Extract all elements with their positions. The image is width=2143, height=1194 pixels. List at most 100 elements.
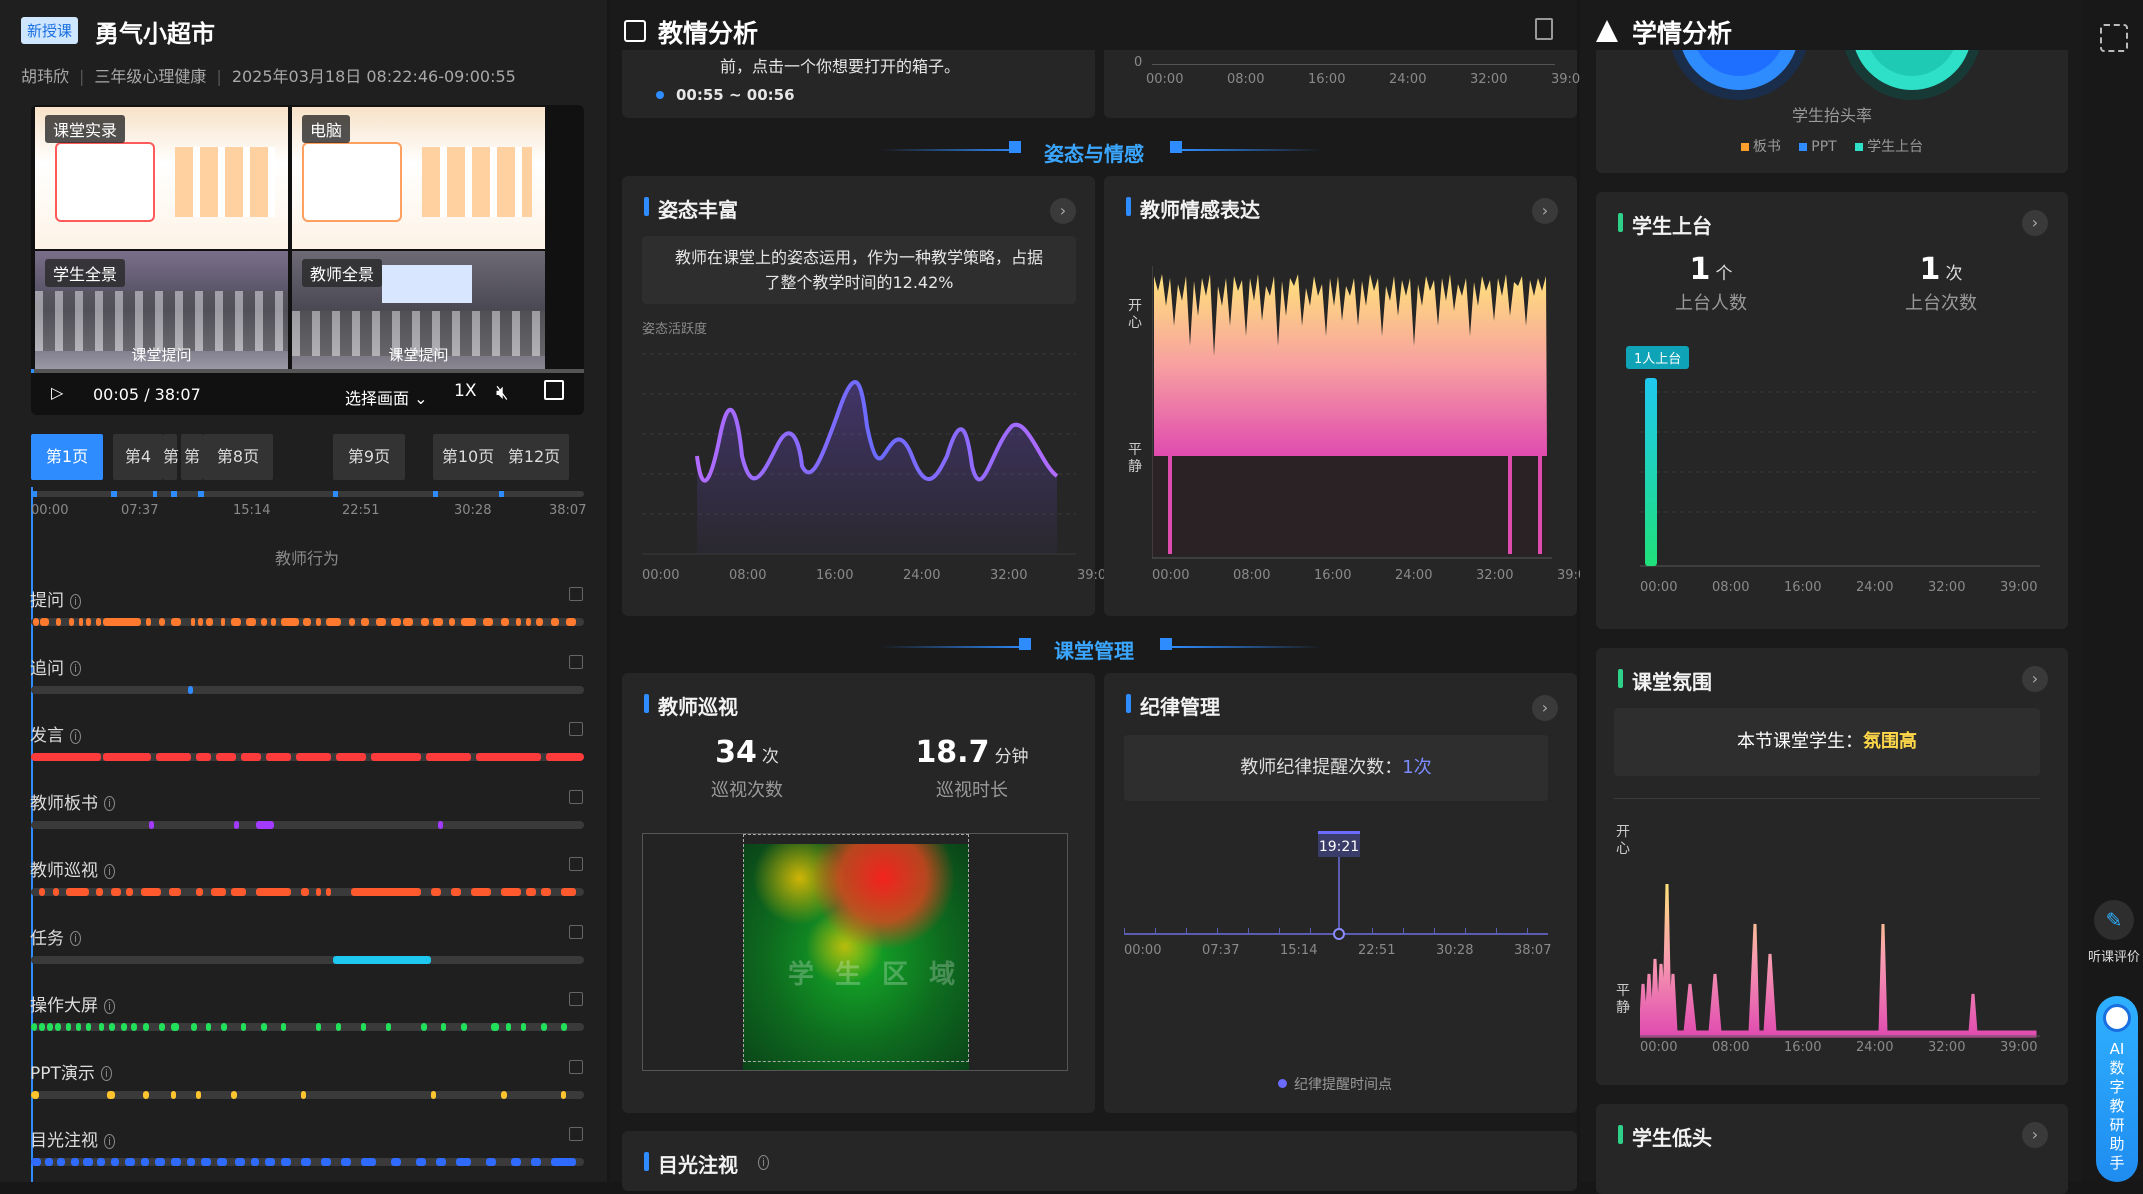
posture-detail-arrow[interactable]: › xyxy=(1050,198,1076,224)
behavior-segment[interactable] xyxy=(39,1023,45,1031)
behavior-segment[interactable] xyxy=(76,1023,81,1031)
behavior-segment[interactable] xyxy=(521,1023,526,1031)
behavior-segment[interactable] xyxy=(251,1158,259,1166)
behavior-segment[interactable] xyxy=(541,888,551,896)
behavior-segment[interactable] xyxy=(159,618,165,626)
behavior-segment[interactable] xyxy=(456,1158,471,1166)
behavior-segment[interactable] xyxy=(146,618,151,626)
behavior-segment[interactable] xyxy=(303,618,311,626)
behavior-segment[interactable] xyxy=(261,618,267,626)
layout-toggle-icon[interactable] xyxy=(1535,18,1553,40)
fullscreen-icon[interactable] xyxy=(544,380,564,400)
behavior-segment[interactable] xyxy=(71,1158,79,1166)
tab-page-4[interactable]: 第4 xyxy=(113,434,163,480)
behavior-segment[interactable] xyxy=(271,618,276,626)
behavior-track[interactable] xyxy=(31,1023,584,1031)
behavior-segment[interactable] xyxy=(326,888,331,896)
behavior-checkbox[interactable] xyxy=(569,587,583,601)
behavior-segment[interactable] xyxy=(256,820,274,829)
behavior-segment[interactable] xyxy=(281,1023,286,1031)
behavior-segment[interactable] xyxy=(79,618,83,626)
tab-page-9[interactable]: 第9页 xyxy=(333,434,405,480)
behavior-segment[interactable] xyxy=(149,820,154,829)
behavior-segment[interactable] xyxy=(217,1158,227,1166)
stage-detail-arrow[interactable]: › xyxy=(2022,210,2048,236)
behavior-segment[interactable] xyxy=(526,888,536,896)
behavior-segment[interactable] xyxy=(143,1090,149,1099)
behavior-segment[interactable] xyxy=(561,1023,567,1031)
behavior-segment[interactable] xyxy=(461,618,476,626)
video-view-computer[interactable]: 电脑 xyxy=(292,107,545,249)
behavior-segment[interactable] xyxy=(221,618,225,626)
atmosphere-detail-arrow[interactable]: › xyxy=(2022,666,2048,692)
behavior-segment[interactable] xyxy=(206,1023,211,1031)
view-select[interactable]: 选择画面 ⌄ xyxy=(345,385,428,409)
behavior-segment[interactable] xyxy=(141,888,161,896)
speed-button[interactable]: 1X xyxy=(454,381,476,401)
behavior-segment[interactable] xyxy=(301,1090,306,1099)
behavior-segment[interactable] xyxy=(506,1023,511,1031)
behavior-segment[interactable] xyxy=(198,618,203,626)
behavior-segment[interactable] xyxy=(234,820,239,829)
behavior-segment[interactable] xyxy=(96,888,103,896)
mute-icon[interactable]: 🔇︎ xyxy=(496,380,509,404)
behavior-segment[interactable] xyxy=(321,1158,331,1166)
behavior-segment[interactable] xyxy=(561,1090,566,1099)
behavior-segment[interactable] xyxy=(231,888,246,896)
behavior-segment[interactable] xyxy=(216,753,236,761)
behavior-segment[interactable] xyxy=(438,820,443,829)
head-down-detail-arrow[interactable]: › xyxy=(2022,1122,2048,1148)
tab-page-8[interactable]: 第8页 xyxy=(203,434,273,480)
behavior-track[interactable] xyxy=(31,618,584,626)
behavior-segment[interactable] xyxy=(486,1158,496,1166)
behavior-segment[interactable] xyxy=(86,1023,91,1031)
behavior-segment[interactable] xyxy=(97,1158,105,1166)
behavior-segment[interactable] xyxy=(281,1158,291,1166)
behavior-segment[interactable] xyxy=(483,618,493,626)
video-progress[interactable] xyxy=(31,369,584,373)
behavior-segment[interactable] xyxy=(53,888,59,896)
behavior-segment[interactable] xyxy=(156,753,191,761)
behavior-segment[interactable] xyxy=(531,1158,541,1166)
behavior-checkbox[interactable] xyxy=(569,722,583,736)
behavior-segment[interactable] xyxy=(141,1158,149,1166)
behavior-segment[interactable] xyxy=(196,1090,201,1099)
behavior-segment[interactable] xyxy=(171,618,181,626)
behavior-segment[interactable] xyxy=(155,1158,165,1166)
behavior-segment[interactable] xyxy=(256,888,291,896)
behavior-segment[interactable] xyxy=(526,618,531,626)
video-view-teacher[interactable]: 教师全景 课堂提问 xyxy=(292,251,545,369)
behavior-segment[interactable] xyxy=(431,1090,436,1099)
behavior-segment[interactable] xyxy=(31,1023,37,1031)
behavior-segment[interactable] xyxy=(86,618,91,626)
behavior-segment[interactable] xyxy=(125,1158,135,1166)
behavior-segment[interactable] xyxy=(416,1158,426,1166)
behavior-segment[interactable] xyxy=(501,1090,507,1099)
behavior-segment[interactable] xyxy=(316,618,321,626)
behavior-segment[interactable] xyxy=(403,618,413,626)
behavior-segment[interactable] xyxy=(171,1090,176,1099)
behavior-segment[interactable] xyxy=(391,618,401,626)
video-view-students[interactable]: 学生全景 课堂提问 xyxy=(35,251,288,369)
behavior-segment[interactable] xyxy=(361,1023,366,1031)
behavior-segment[interactable] xyxy=(336,753,366,761)
behavior-segment[interactable] xyxy=(109,1023,115,1031)
behavior-segment[interactable] xyxy=(55,1023,61,1031)
behavior-segment[interactable] xyxy=(341,1158,351,1166)
behavior-segment[interactable] xyxy=(159,1023,165,1031)
behavior-segment[interactable] xyxy=(541,1023,547,1031)
behavior-segment[interactable] xyxy=(266,753,291,761)
behavior-segment[interactable] xyxy=(111,888,121,896)
behavior-segment[interactable] xyxy=(196,888,203,896)
behavior-segment[interactable] xyxy=(436,1158,446,1166)
behavior-segment[interactable] xyxy=(361,618,369,626)
behavior-segment[interactable] xyxy=(33,618,39,626)
behavior-segment[interactable] xyxy=(241,1023,246,1031)
behavior-segment[interactable] xyxy=(351,888,421,896)
behavior-segment[interactable] xyxy=(265,1158,275,1166)
behavior-segment[interactable] xyxy=(426,753,471,761)
behavior-segment[interactable] xyxy=(449,618,455,626)
behavior-segment[interactable] xyxy=(461,1023,467,1031)
behavior-segment[interactable] xyxy=(66,888,89,896)
behavior-segment[interactable] xyxy=(171,1023,179,1031)
